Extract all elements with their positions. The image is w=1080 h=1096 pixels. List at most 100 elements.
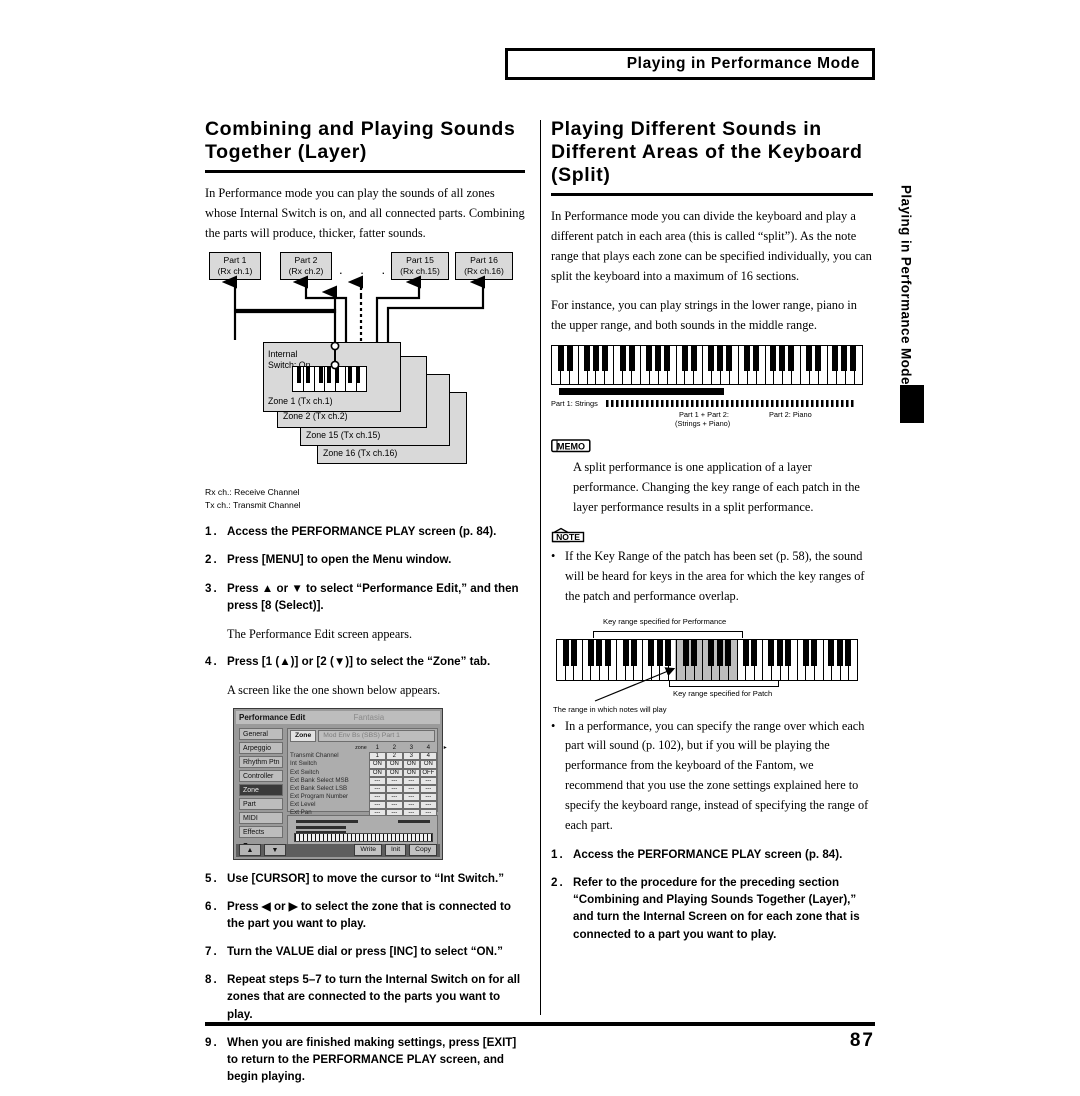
legend-tx: Tx ch.: Transmit Channel — [205, 499, 301, 510]
lcd-row-label-1: Int Switch — [290, 760, 317, 768]
lcd-menu-effects[interactable]: Effects — [239, 825, 283, 839]
lcd-cell-2-0[interactable]: ON — [368, 768, 386, 777]
step-2-text: Press [MENU] to open the Menu window. — [227, 553, 452, 567]
internal-switch-graphic — [330, 341, 340, 370]
right-column: Playing Different Sounds in Different Ar… — [551, 118, 873, 954]
lcd-cell-5-3[interactable]: --- — [419, 793, 437, 802]
right-step-1-number: 1. — [551, 848, 565, 861]
lcd-cell-2-3[interactable]: OFF — [419, 768, 437, 777]
right-steps: 1. Access the PERFORMANCE PLAY screen (p… — [551, 846, 873, 943]
lcd-cell-1-0[interactable]: ON — [368, 760, 386, 769]
lcd-cell-5-1[interactable]: --- — [385, 793, 403, 802]
step-8: 8. Repeat steps 5–7 to turn the Internal… — [205, 971, 525, 1022]
right-step-2-text: Refer to the procedure for the preceding… — [573, 876, 860, 941]
lcd-cell-1-3[interactable]: ON — [419, 760, 437, 769]
lcd-cell-3-0[interactable]: --- — [368, 776, 386, 785]
lcd-arrow-down-button[interactable]: ▼ — [264, 844, 286, 857]
lcd-menu-part[interactable]: Part — [239, 797, 283, 811]
lcd-column-headers: zone 1 2 3 4 ▸ — [349, 744, 454, 753]
column-divider — [540, 120, 541, 1015]
memo-badge: MEMO — [551, 438, 873, 453]
lcd-menu-arpeggio[interactable]: Arpeggio — [239, 741, 283, 755]
lcd-cell-5-2[interactable]: --- — [402, 793, 420, 802]
right-bullet-2-marker: • — [551, 718, 556, 733]
step-6-number: 6. — [205, 899, 219, 913]
lcd-cell-2-2[interactable]: ON — [402, 768, 420, 777]
lcd-value-row-4: --- --- --- --- — [368, 784, 454, 794]
lcd-row-label-0: Transmit Channel — [290, 752, 339, 760]
lcd-init-button[interactable]: Init — [385, 844, 407, 857]
lcd-cell-3-1[interactable]: --- — [385, 776, 403, 785]
lcd-value-row-0: 1 2 3 4 — [368, 752, 454, 761]
lcd-cell-4-2[interactable]: --- — [402, 784, 420, 794]
lcd-cell-6-1[interactable]: --- — [385, 801, 403, 810]
performance-range-bracket — [593, 630, 743, 638]
lcd-cell-6-2[interactable]: --- — [402, 801, 420, 810]
zone-2-label: Zone 2 (Tx ch.2) — [283, 411, 348, 422]
step-7: 7. Turn the VALUE dial or press [INC] to… — [205, 943, 525, 960]
step-5-number: 5. — [205, 871, 219, 885]
lcd-arrow-up-button[interactable]: ▲ — [239, 844, 261, 857]
svg-text:MEMO: MEMO — [557, 441, 585, 451]
lcd-menu-zone[interactable]: Zone — [239, 783, 283, 797]
lcd-cell-0-3[interactable]: 4 — [419, 752, 437, 761]
lcd-menu-rhythm-ptn[interactable]: Rhythm Ptn — [239, 755, 283, 769]
right-step-2: 2. Refer to the procedure for the preced… — [551, 874, 873, 943]
part1-range-bar — [559, 387, 724, 395]
step-3-text: Press ▲ or ▼ to select “Performance Edit… — [227, 581, 519, 612]
step-4-text: Press [1 (▲)] or [2 (▼)] to select the “… — [227, 655, 491, 669]
lcd-cell-0-0[interactable]: 1 — [368, 752, 386, 761]
lcd-cell-4-0[interactable]: --- — [368, 784, 386, 794]
label-part2-piano: Part 2: Piano — [769, 409, 812, 419]
lcd-menu-midi[interactable]: MIDI — [239, 811, 283, 825]
lcd-value-row-3: --- --- --- --- — [368, 776, 454, 785]
lcd-cell-4-3[interactable]: --- — [419, 784, 437, 794]
lcd-zone-header-label: zone — [355, 744, 367, 751]
lcd-cell-4-1[interactable]: --- — [385, 784, 403, 794]
key-range-figure: Key range specified for Performance Key … — [551, 617, 873, 717]
lcd-cell-0-1[interactable]: 2 — [385, 752, 403, 761]
lcd-value-grid: zone 1 2 3 4 ▸ 1 2 3 4 ON ON ON ON ON ON… — [349, 744, 454, 818]
lcd-cell-6-3[interactable]: --- — [419, 801, 437, 810]
step-8-text: Repeat steps 5–7 to turn the Internal Sw… — [227, 973, 521, 1021]
right-bullet-2: • In a performance, you can specify the … — [551, 717, 873, 836]
lcd-menu-controller[interactable]: Controller — [239, 769, 283, 783]
right-step-1: 1. Access the PERFORMANCE PLAY screen (p… — [551, 846, 873, 863]
split-keyboard-graphic — [551, 344, 864, 385]
zone-1-label: Zone 1 (Tx ch.1) — [268, 396, 333, 407]
lcd-tab-secondary[interactable]: Mod Env Bs (SBS) Part 1 — [318, 729, 435, 742]
range-callout-arrow — [594, 666, 676, 702]
lcd-cell-1-1[interactable]: ON — [385, 760, 403, 769]
lcd-write-button[interactable]: Write — [354, 844, 383, 857]
lcd-row-label-2: Ext Switch — [290, 768, 319, 776]
lcd-cell-5-0[interactable]: --- — [368, 793, 386, 802]
lcd-zone-range-view — [287, 814, 438, 845]
page-number: 87 — [849, 1030, 875, 1051]
lcd-row-label-4: Ext Bank Select LSB — [290, 784, 348, 792]
lcd-menu-list: General Arpeggio Rhythm Ptn Controller Z… — [239, 727, 283, 854]
lcd-range-bar-2 — [398, 819, 430, 823]
step-9-number: 9. — [205, 1035, 219, 1049]
chapter-side-tab-marker — [900, 385, 924, 423]
layer-signal-diagram: Part 1 (Rx ch.1) Part 2 (Rx ch.2) . . . … — [205, 252, 525, 482]
lcd-copy-button[interactable]: Copy — [409, 844, 437, 857]
lcd-col-more-icon[interactable]: ▸ — [437, 744, 454, 753]
step-1: 1. Access the PERFORMANCE PLAY screen (p… — [205, 523, 525, 540]
note-bullet-1-text: If the Key Range of the patch has been s… — [565, 548, 865, 603]
lcd-range-bar-3 — [296, 825, 346, 829]
lcd-cell-3-2[interactable]: --- — [402, 776, 420, 785]
lcd-menu-general[interactable]: General — [239, 727, 283, 741]
diagram-legend: Rx ch.: Receive Channel Tx ch.: Transmit… — [205, 486, 525, 511]
label-part1-plus-part2: Part 1 + Part 2: — [679, 409, 729, 419]
lcd-cell-6-0[interactable]: --- — [368, 801, 386, 810]
lcd-cell-2-1[interactable]: ON — [385, 768, 403, 777]
lcd-cell-3-3[interactable]: --- — [419, 776, 437, 785]
step-3-subtext: The Performance Edit screen appears. — [227, 626, 413, 641]
left-steps-a: 1. Access the PERFORMANCE PLAY screen (p… — [205, 523, 525, 699]
lcd-cell-0-2[interactable]: 3 — [402, 752, 420, 761]
lcd-row-labels: Transmit Channel Int Switch Ext Switch E… — [290, 744, 349, 816]
chapter-side-tab: Playing in Performance Mode — [893, 170, 919, 400]
lcd-cell-1-2[interactable]: ON — [402, 760, 420, 769]
lcd-tab-zone[interactable]: Zone — [290, 729, 317, 742]
footer-rule — [205, 1022, 875, 1026]
